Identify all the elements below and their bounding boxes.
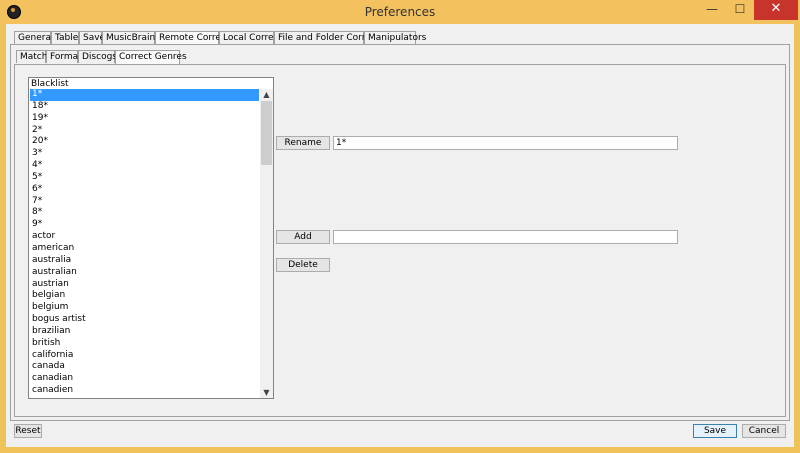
list-item[interactable]: brazilian: [30, 326, 259, 338]
tab-file-and-folder-correct[interactable]: File and Folder Correct: [274, 31, 379, 44]
blacklist-header: Blacklist: [31, 79, 69, 89]
save-button[interactable]: Save: [693, 424, 737, 438]
subtab-match[interactable]: Match: [16, 50, 47, 63]
rename-input[interactable]: 1*: [333, 136, 678, 150]
tab-remote-correct[interactable]: Remote Correct: [155, 31, 229, 45]
list-item[interactable]: california: [30, 350, 259, 362]
add-input[interactable]: [333, 230, 678, 244]
tab-save[interactable]: Save: [79, 31, 105, 44]
blacklist-list[interactable]: Blacklist 1* 18* 19* 2* 20* 3* 4* 5* 6* 7* 8* 9* act…: [28, 77, 274, 399]
blacklist-items: 1* 18* 19* 2* 20* 3* 4* 5* 6* 7* 8* 9* actor american…: [30, 89, 259, 397]
blacklist-scrollbar[interactable]: ▲ ▼: [260, 89, 273, 398]
title-bar: Preferences — ☐ ✕: [0, 0, 800, 24]
delete-button[interactable]: Delete: [276, 258, 330, 272]
scroll-up-icon[interactable]: ▲: [260, 89, 273, 100]
minimize-button[interactable]: —: [698, 0, 726, 20]
list-item[interactable]: 18*: [30, 101, 259, 113]
tab-musicbrainz[interactable]: MusicBrainz: [102, 31, 160, 44]
preferences-dialog: General Table Save MusicBrainz Remote Co…: [6, 24, 794, 447]
list-item[interactable]: 8*: [30, 207, 259, 219]
reset-button[interactable]: Reset: [14, 424, 42, 438]
list-item[interactable]: bogus artist: [30, 314, 259, 326]
scroll-thumb[interactable]: [261, 101, 272, 165]
list-item[interactable]: australia: [30, 255, 259, 267]
list-item[interactable]: australian: [30, 267, 259, 279]
list-item[interactable]: american: [30, 243, 259, 255]
list-item[interactable]: 9*: [30, 219, 259, 231]
list-item[interactable]: 3*: [30, 148, 259, 160]
list-item[interactable]: austrian: [30, 279, 259, 291]
window-title: Preferences: [364, 5, 436, 19]
maximize-button[interactable]: ☐: [726, 0, 754, 20]
list-item[interactable]: 20*: [30, 136, 259, 148]
subtab-correct-genres[interactable]: Correct Genres: [115, 50, 187, 64]
tab-table[interactable]: Table: [51, 31, 79, 44]
list-item[interactable]: canada: [30, 361, 259, 373]
rename-button[interactable]: Rename: [276, 136, 330, 150]
subtab-format[interactable]: Format: [46, 50, 82, 63]
scroll-down-icon[interactable]: ▼: [260, 387, 273, 398]
tab-manipulators[interactable]: Manipulators: [364, 31, 426, 44]
list-item[interactable]: 2*: [30, 125, 259, 137]
list-item[interactable]: 5*: [30, 172, 259, 184]
subtab-discogs[interactable]: Discogs: [78, 50, 117, 63]
list-item[interactable]: 19*: [30, 113, 259, 125]
tab-local-correct[interactable]: Local Correct: [219, 31, 282, 44]
list-item[interactable]: belgium: [30, 302, 259, 314]
add-button[interactable]: Add: [276, 230, 330, 244]
list-item[interactable]: 7*: [30, 196, 259, 208]
list-item[interactable]: belgian: [30, 290, 259, 302]
list-item[interactable]: canadian: [30, 373, 259, 385]
list-item[interactable]: british: [30, 338, 259, 350]
cancel-button[interactable]: Cancel: [742, 424, 786, 438]
list-item[interactable]: actor: [30, 231, 259, 243]
list-item[interactable]: canadien: [30, 385, 259, 397]
tab-general[interactable]: General: [14, 31, 53, 44]
close-button[interactable]: ✕: [754, 0, 798, 20]
list-item[interactable]: 4*: [30, 160, 259, 172]
list-item[interactable]: 1*: [30, 89, 259, 101]
list-item[interactable]: 6*: [30, 184, 259, 196]
